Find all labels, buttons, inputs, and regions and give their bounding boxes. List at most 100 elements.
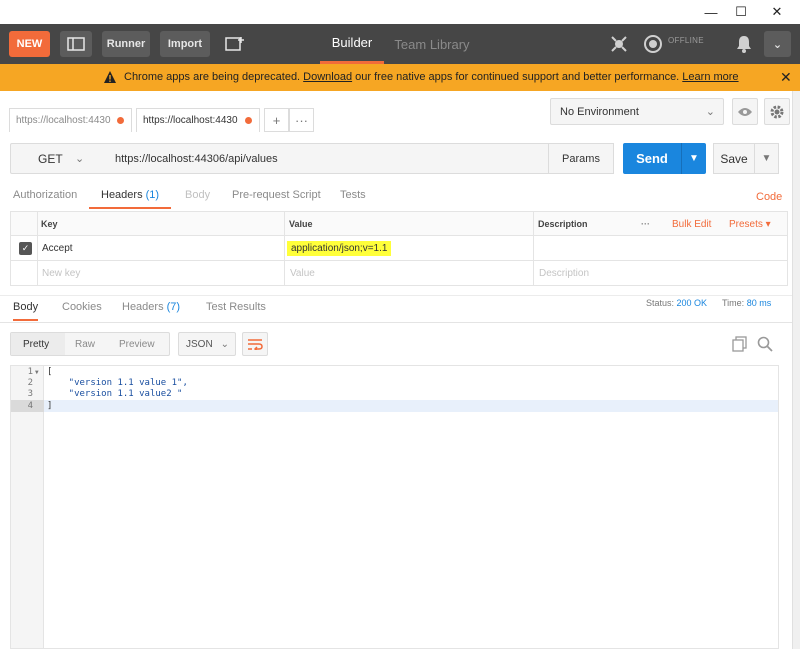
column-value: Value [289,219,313,229]
app-header: NEW Runner Import Builder Team Library O… [0,24,800,64]
new-value-input[interactable]: Value [290,268,315,279]
header-key-field[interactable]: Accept [42,243,73,254]
column-description: Description [538,219,588,229]
download-link[interactable]: Download [303,71,352,83]
wrap-lines-button[interactable] [242,332,268,356]
new-key-input[interactable]: New key [42,268,80,279]
wrap-icon [248,339,263,350]
deprecation-banner: Chrome apps are being deprecated. Downlo… [0,64,800,91]
new-window-button[interactable] [219,31,251,57]
tab-options-button[interactable]: ··· [289,108,314,132]
new-button[interactable]: NEW [9,31,50,57]
tab-authorization[interactable]: Authorization [13,189,77,209]
headers-table: Key Value Description ··· Bulk Edit Pres… [10,211,788,286]
tab-headers[interactable]: Headers (1) [89,189,171,209]
tab-body[interactable]: Body [185,189,210,209]
tab-tests[interactable]: Tests [340,189,366,209]
view-pretty-button[interactable]: Pretty [23,339,49,350]
line-number: 2 [27,378,33,388]
interceptor-icon[interactable] [608,33,630,55]
manage-environments-button[interactable] [764,98,790,125]
request-tab[interactable]: https://localhost:4430 [9,108,132,132]
banner-close-icon[interactable]: ✕ [780,69,792,86]
toggle-sidebar-button[interactable] [60,31,92,57]
bulk-edit-link[interactable]: Bulk Edit [672,219,711,230]
tab-builder[interactable]: Builder [320,24,384,64]
sidebar-icon [67,37,85,51]
code-line: ] [47,401,53,411]
table-row: ✓ Accept application/json;v=1.1 [11,236,787,261]
response-format-select[interactable]: JSON ⌄ [178,332,236,356]
save-button[interactable]: Save [713,143,755,174]
new-tab-button[interactable]: + [264,108,289,132]
offline-status: OFFLINE [668,36,704,45]
response-time: Time: 80 ms [722,298,772,308]
url-input[interactable]: https://localhost:44306/api/values [105,143,549,174]
gear-icon [770,105,784,118]
response-body-editor[interactable]: 1 ▼ [ 2 "version 1.1 value 1", 3 "versio… [10,365,779,649]
copy-icon[interactable] [731,335,749,353]
unsaved-dot-icon [245,117,252,124]
unsaved-dot-icon [117,117,124,124]
view-raw-button[interactable]: Raw [75,339,95,350]
code-line: [ [47,367,53,377]
chevron-down-icon: ⌄ [75,153,85,165]
column-key: Key [41,219,58,229]
active-line-highlight [44,400,778,412]
line-number: 4 [27,401,33,411]
more-icon: ··· [295,112,308,128]
response-status: Status: 200 OK [646,298,708,308]
more-icon[interactable]: ··· [641,219,650,229]
minimize-icon[interactable]: — [696,0,726,24]
fold-arrow-icon[interactable]: ▼ [35,369,39,376]
banner-message: Chrome apps are being deprecated. Downlo… [124,71,739,83]
code-line: "version 1.1 value 1", [47,378,188,388]
table-row-new: New key Value Description [11,261,787,285]
send-button[interactable]: Send [623,143,681,174]
response-tab-cookies[interactable]: Cookies [62,301,102,321]
line-number: 3 [27,389,33,399]
generate-code-link[interactable]: Code [756,191,782,203]
code-line: "version 1.1 value2 " [47,389,183,399]
new-description-input[interactable]: Description [539,268,589,279]
window-title-bar: — ☐ ✕ [0,0,800,24]
header-enabled-checkbox[interactable]: ✓ [19,242,32,255]
warning-icon [104,71,116,83]
chevron-down-icon: ▼ [761,153,772,164]
response-tab-headers[interactable]: Headers (7) [122,301,180,321]
save-options-button[interactable]: ▼ [754,143,779,174]
presets-dropdown[interactable]: Presets ▾ [729,219,771,230]
request-tab-active[interactable]: https://localhost:4430 [136,108,260,132]
tab-pre-request-script[interactable]: Pre-request Script [232,189,321,209]
window-scrollbar[interactable] [792,91,800,649]
response-tab-body[interactable]: Body [13,301,39,321]
tab-team-library[interactable]: Team Library [390,24,474,64]
environment-select[interactable]: No Environment ⌄ [550,98,724,125]
close-window-icon[interactable]: ✕ [762,0,792,24]
chevron-down-icon: ⌄ [772,38,783,51]
response-tab-test-results[interactable]: Test Results [206,301,266,321]
header-value-field[interactable]: application/json;v=1.1 [287,241,392,256]
response-view-toggle: Pretty Raw Preview [10,332,170,356]
params-button[interactable]: Params [548,143,614,174]
runner-button[interactable]: Runner [102,31,150,57]
maximize-icon[interactable]: ☐ [726,0,756,24]
divider [0,295,800,296]
notifications-bell-icon[interactable] [733,33,755,55]
new-window-icon [225,37,244,51]
view-preview-button[interactable]: Preview [119,339,155,350]
line-number: 1 [27,367,33,377]
import-button[interactable]: Import [160,31,210,57]
eye-icon [738,107,752,116]
send-options-button[interactable]: ▼ [681,143,706,174]
settings-dropdown-button[interactable]: ⌄ [764,31,791,57]
chevron-down-icon: ⌄ [220,339,229,350]
search-icon[interactable] [756,335,774,353]
chevron-down-icon: ▼ [689,153,699,164]
sync-status-icon[interactable] [642,33,664,55]
method-select[interactable]: GET ⌄ [10,143,106,174]
plus-icon: + [272,112,281,128]
learn-more-link[interactable]: Learn more [682,71,738,83]
chevron-down-icon: ⌄ [705,106,715,118]
environment-quick-look-button[interactable] [732,98,758,125]
